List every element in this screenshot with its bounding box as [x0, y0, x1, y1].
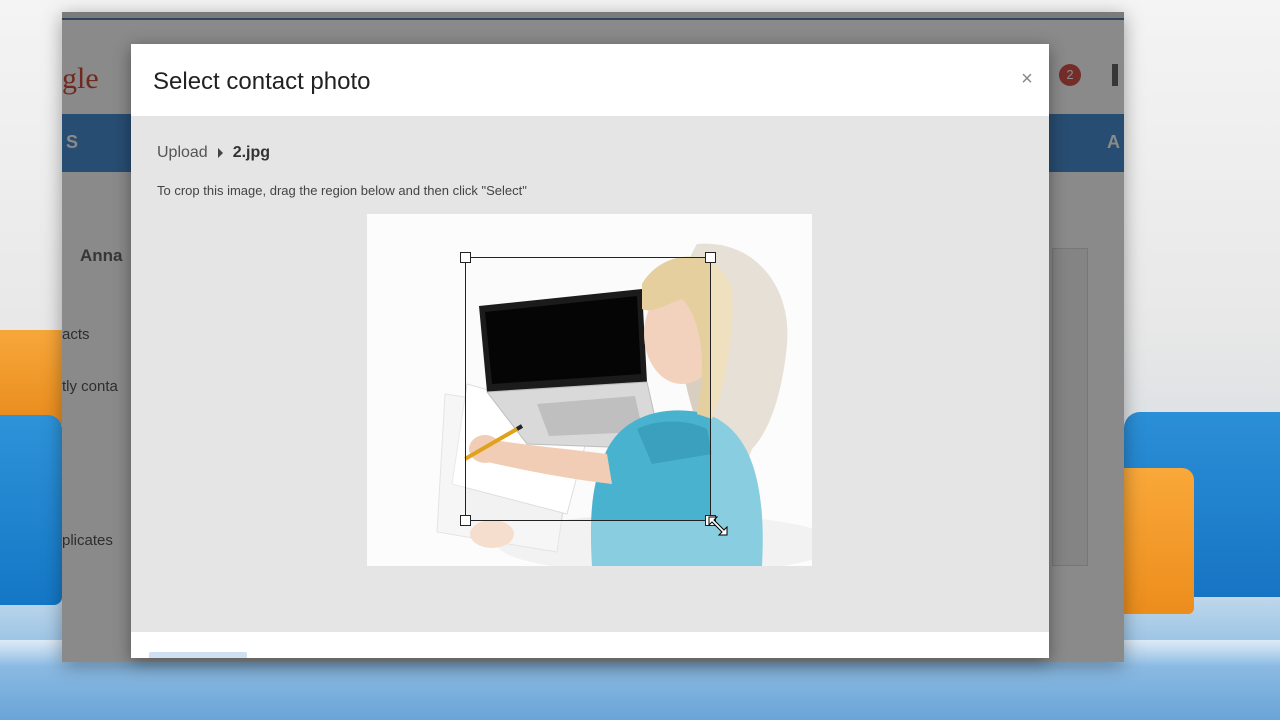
crop-handle-bottom-left[interactable]: [460, 515, 471, 526]
crop-shade-top: [367, 214, 812, 257]
dialog-body: Upload 2.jpg To crop this image, drag th…: [131, 116, 1049, 632]
select-photo-dialog: Select contact photo × Upload 2.jpg To c…: [131, 44, 1049, 658]
breadcrumb-arrow-icon: [217, 148, 223, 158]
crop-handle-top-left[interactable]: [460, 252, 471, 263]
orange-sofa-right: [1124, 468, 1194, 614]
uploaded-photo: [367, 214, 812, 566]
breadcrumb-file-name: 2.jpg: [232, 144, 271, 161]
blue-sofa-left: [0, 415, 62, 605]
dialog-footer: [131, 632, 1049, 658]
crop-region[interactable]: [460, 252, 716, 526]
resize-cursor-icon: [708, 516, 728, 536]
crop-shade-left: [367, 257, 465, 521]
close-icon[interactable]: ×: [1017, 68, 1037, 92]
crop-shade-bottom: [367, 521, 812, 566]
breadcrumb-upload-link[interactable]: Upload: [157, 144, 208, 162]
crop-handle-top-right[interactable]: [705, 252, 716, 263]
dialog-title: Select contact photo: [153, 68, 371, 95]
crop-shade-right: [711, 257, 812, 521]
orange-sofa-left: [0, 330, 70, 425]
select-button[interactable]: [149, 652, 247, 658]
dialog-header: Select contact photo ×: [131, 44, 1049, 116]
breadcrumb: Upload 2.jpg: [157, 144, 270, 162]
crop-instructions: To crop this image, drag the region belo…: [157, 183, 527, 198]
